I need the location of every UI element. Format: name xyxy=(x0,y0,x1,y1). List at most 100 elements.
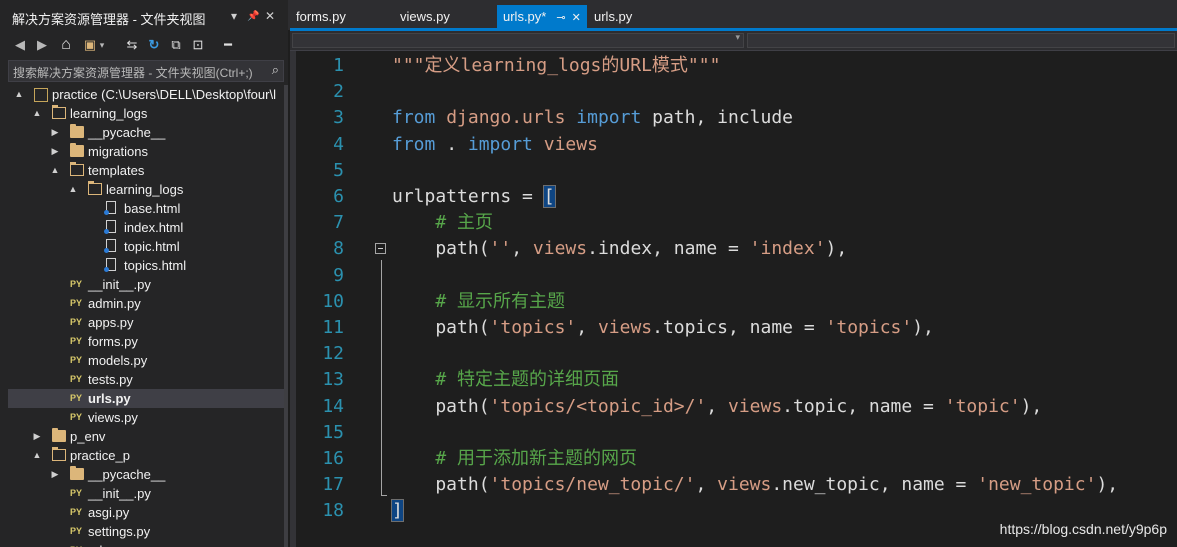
expand-arrow-icon[interactable]: ▶ xyxy=(50,123,60,142)
tree-scrollbar[interactable] xyxy=(284,85,288,547)
tree-item[interactable]: PY admin.py xyxy=(8,294,284,313)
fold-collapse-icon[interactable] xyxy=(375,243,386,255)
tree-item[interactable]: ▶ __pycache__ xyxy=(8,123,284,142)
tree-item[interactable]: PY tests.py xyxy=(8,370,284,389)
code-text: from . import views xyxy=(392,132,598,158)
collapse-arrow-icon[interactable]: ▲ xyxy=(50,161,60,180)
tree-item[interactable]: PY apps.py xyxy=(8,313,284,332)
line-number: 4 xyxy=(333,133,344,155)
code-line: 13 # 特定主题的详细页面 xyxy=(296,367,1177,393)
collapse-arrow-icon[interactable]: ▲ xyxy=(32,446,42,465)
python-file-icon: PY xyxy=(70,355,83,365)
tree-item[interactable]: ▲ practice_p xyxy=(8,446,284,465)
tab-close-icon[interactable]: ✕ xyxy=(572,12,581,24)
tree-item[interactable]: ▲ learning_logs xyxy=(8,104,284,123)
switch-views-dropdown-icon[interactable]: ▾ xyxy=(96,34,108,56)
code-token: , xyxy=(576,317,598,338)
tree-item[interactable]: PYurls.py xyxy=(8,541,284,547)
navigation-bar: ▾ xyxy=(290,31,1177,51)
collapse-arrow-icon[interactable]: ▲ xyxy=(32,104,42,123)
show-all-files-icon[interactable]: ⊡ xyxy=(188,34,208,56)
code-line: 7 # 主页 xyxy=(296,210,1177,236)
tree-item[interactable]: ▲ learning_logs xyxy=(8,180,284,199)
tree-item[interactable]: PY forms.py xyxy=(8,332,284,351)
tree-item[interactable]: ▶ p_env xyxy=(8,427,284,446)
code-editor[interactable]: 1 """定义learning_logs的URL模式""" 2 3 from djang… xyxy=(296,51,1177,547)
code-text: path('topics/<topic_id>/', views.topic, … xyxy=(392,394,1042,420)
tree-item[interactable]: topic.html xyxy=(8,237,284,256)
sync-icon[interactable]: ⇆ xyxy=(122,34,142,56)
keyword-token: import xyxy=(467,133,533,155)
folder-icon xyxy=(52,428,66,442)
expand-arrow-icon[interactable]: ▶ xyxy=(50,465,60,484)
chevron-down-icon: ▾ xyxy=(735,32,740,42)
python-file-icon: PY xyxy=(70,488,83,498)
line-number: 15 xyxy=(322,421,344,443)
line-number: 9 xyxy=(333,264,344,286)
tree-item[interactable]: PY models.py xyxy=(8,351,284,370)
search-icon[interactable]: ⌕ xyxy=(272,62,279,78)
expand-arrow-icon[interactable]: ▶ xyxy=(32,427,42,446)
collapse-all-icon[interactable]: ⧉ xyxy=(166,34,186,56)
back-icon[interactable]: ◀ xyxy=(10,34,30,56)
tree-item[interactable]: base.html xyxy=(8,199,284,218)
tab-forms[interactable]: forms.py xyxy=(296,5,346,29)
close-panel-icon[interactable]: ✕ xyxy=(265,9,275,23)
tree-item[interactable]: index.html xyxy=(8,218,284,237)
tree-item[interactable]: PYurls.py xyxy=(8,389,284,408)
code-token: .index, name = xyxy=(587,238,750,260)
member-dropdown[interactable] xyxy=(747,33,1175,48)
string-token: 'topics' xyxy=(825,317,913,338)
scope-dropdown[interactable]: ▾ xyxy=(292,32,744,48)
code-token: path( xyxy=(392,474,490,496)
python-file-icon: PY xyxy=(70,317,83,327)
tree-item[interactable]: PY settings.py xyxy=(8,522,284,541)
tree-item-label: admin.py xyxy=(88,296,141,311)
python-file-icon: PY xyxy=(70,336,83,346)
code-text: # 用于添加新主题的网页 xyxy=(392,446,637,472)
refresh-icon[interactable]: ↻ xyxy=(144,34,164,56)
tree-item-label: urls.py xyxy=(88,541,126,547)
line-number: 18 xyxy=(322,500,344,522)
explorer-search-box[interactable]: 搜索解决方案资源管理器 - 文件夹视图(Ctrl+;) ⌕ xyxy=(8,60,284,82)
explorer-title: 解决方案资源管理器 - 文件夹视图 xyxy=(12,12,206,27)
tab-urls[interactable]: urls.py xyxy=(594,5,632,29)
tab-urls-modified[interactable]: urls.py* ⊸ ✕ xyxy=(497,5,587,29)
collapse-arrow-icon[interactable]: ▲ xyxy=(68,180,78,199)
tree-item[interactable]: ▶ __pycache__ xyxy=(8,465,284,484)
tree-item[interactable]: ▲ practice (C:\Users\DELL\Desktop\four\l xyxy=(8,85,284,104)
expand-arrow-icon[interactable]: ▶ xyxy=(50,142,60,161)
tree-item[interactable]: PY views.py xyxy=(8,408,284,427)
panel-dropdown-icon[interactable]: ▾ xyxy=(231,9,237,23)
editor-tab-bar: forms.py views.py urls.py* ⊸ ✕ urls.py xyxy=(288,0,1177,30)
code-token: urlpatterns = xyxy=(392,186,544,207)
forward-icon[interactable]: ▶ xyxy=(32,34,52,56)
tree-item[interactable]: PY __init__.py xyxy=(8,484,284,503)
code-line: 8 path('', views.index, name = 'index'), xyxy=(296,236,1177,262)
collapse-arrow-icon[interactable]: ▲ xyxy=(14,85,24,104)
tree-item[interactable]: PY asgi.py xyxy=(8,503,284,522)
html-file-icon xyxy=(104,201,116,215)
string-token: views xyxy=(597,317,653,338)
tree-item[interactable]: PY __init__.py xyxy=(8,275,284,294)
explorer-title-bar: 解决方案资源管理器 - 文件夹视图 ▾ 📌 ✕ xyxy=(0,6,288,32)
code-token: path( xyxy=(392,238,490,260)
search-placeholder: 搜索解决方案资源管理器 - 文件夹视图(Ctrl+;) xyxy=(13,66,253,80)
tab-pin-icon[interactable]: ⊸ xyxy=(556,12,565,24)
tab-label: views.py xyxy=(400,9,450,24)
tree-item[interactable]: ▲ templates xyxy=(8,161,284,180)
line-number: 5 xyxy=(333,159,344,181)
properties-icon[interactable]: ━ xyxy=(218,34,238,56)
pin-icon[interactable]: 📌 xyxy=(247,11,259,22)
home-icon[interactable]: ⌂ xyxy=(56,34,76,56)
python-file-icon: PY xyxy=(70,279,83,289)
string-token: views xyxy=(727,395,783,417)
string-token: """定义learning_logs的URL模式""" xyxy=(392,55,721,76)
tab-views[interactable]: views.py xyxy=(400,5,450,29)
tree-item[interactable]: ▶ migrations xyxy=(8,142,284,161)
tree-item[interactable]: topics.html xyxy=(8,256,284,275)
line-number: 16 xyxy=(322,448,344,469)
code-line: 11 path('topics', views.topics, name = '… xyxy=(296,315,1177,341)
code-text: # 特定主题的详细页面 xyxy=(392,367,619,393)
